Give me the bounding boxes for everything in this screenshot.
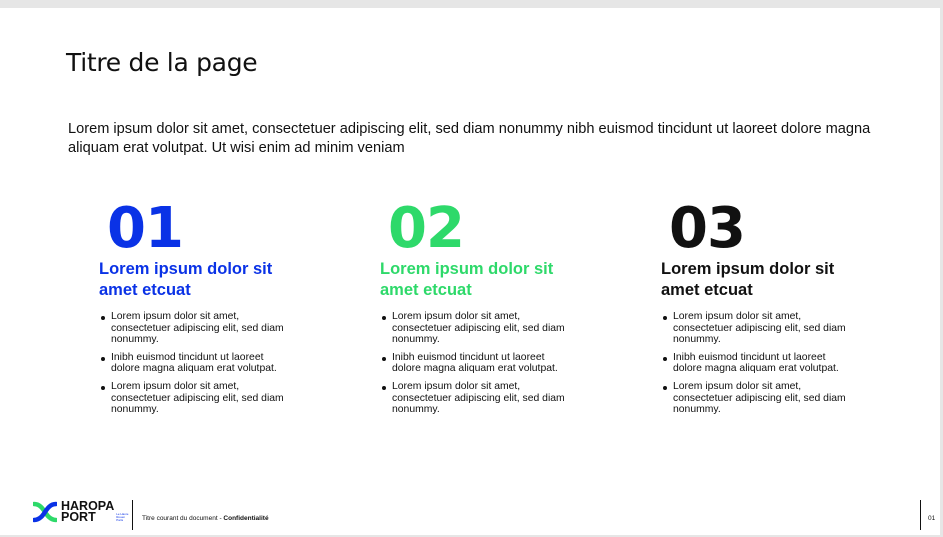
intro-paragraph: Lorem ipsum dolor sit amet, consectetuer… bbox=[68, 121, 871, 156]
footer-running-title: Titre courant du document - Confidential… bbox=[142, 515, 269, 522]
bullet-item: Lorem ipsum dolor sit amet, consectetuer… bbox=[661, 311, 851, 346]
column-heading: Lorem ipsum dolor sit amet etcuat bbox=[661, 260, 835, 299]
footer-divider bbox=[132, 500, 133, 530]
bullet-item: Lorem ipsum dolor sit amet, consectetuer… bbox=[661, 381, 851, 416]
logo-wordmark: HAROPA PORT Le Havre Rouen Paris bbox=[61, 500, 128, 524]
column-heading: Lorem ipsum dolor sit amet etcuat bbox=[99, 260, 273, 299]
bullet-item: Lorem ipsum dolor sit amet, consectetuer… bbox=[99, 381, 289, 416]
column-heading: Lorem ipsum dolor sit amet etcuat bbox=[380, 260, 554, 299]
bullet-list: Lorem ipsum dolor sit amet, consectetuer… bbox=[380, 311, 570, 416]
haropa-port-logo: HAROPA PORT Le Havre Rouen Paris bbox=[33, 500, 128, 524]
page-title: Titre de la page bbox=[66, 48, 258, 77]
slide: Titre de la page Lorem ipsum dolor sit a… bbox=[0, 8, 940, 535]
column-number: 02 bbox=[388, 196, 465, 261]
page-number-divider bbox=[920, 500, 921, 530]
bullet-item: Lorem ipsum dolor sit amet, consectetuer… bbox=[380, 311, 570, 346]
bullet-list: Lorem ipsum dolor sit amet, consectetuer… bbox=[99, 311, 289, 416]
haropa-logo-icon bbox=[33, 501, 57, 523]
logo-line-2: PORT bbox=[61, 510, 96, 524]
column-number: 03 bbox=[669, 196, 746, 261]
column-number: 01 bbox=[107, 196, 184, 261]
column-02: 02 Lorem ipsum dolor sit amet etcuat Lor… bbox=[380, 200, 610, 422]
bullet-item: Lorem ipsum dolor sit amet, consectetuer… bbox=[99, 311, 289, 346]
bullet-item: Inibh euismod tincidunt ut laoreet dolor… bbox=[380, 352, 570, 375]
bullet-item: Inibh euismod tincidunt ut laoreet dolor… bbox=[661, 352, 851, 375]
bullet-item: Inibh euismod tincidunt ut laoreet dolor… bbox=[99, 352, 289, 375]
column-03: 03 Lorem ipsum dolor sit amet etcuat Lor… bbox=[661, 200, 891, 422]
logo-cities: Le Havre Rouen Paris bbox=[116, 512, 128, 523]
bullet-list: Lorem ipsum dolor sit amet, consectetuer… bbox=[661, 311, 851, 416]
confidentiality-label: Confidentialité bbox=[223, 515, 269, 522]
page-number: 01 bbox=[928, 515, 936, 522]
running-title: Titre courant du document - bbox=[142, 515, 224, 522]
logo-city: Paris bbox=[116, 518, 124, 523]
bullet-item: Lorem ipsum dolor sit amet, consectetuer… bbox=[380, 381, 570, 416]
column-01: 01 Lorem ipsum dolor sit amet etcuat Lor… bbox=[99, 200, 329, 422]
